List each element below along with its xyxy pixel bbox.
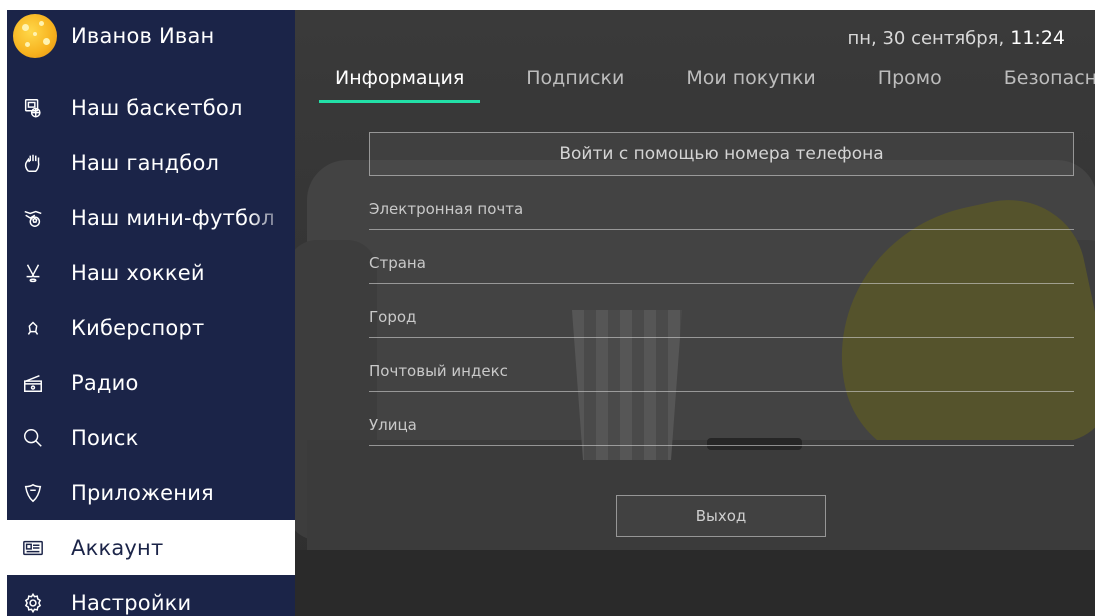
tab-promo[interactable]: Промо: [862, 67, 958, 103]
sidebar: Иванов Иван Наш баскетбол Наш гандбол На…: [7, 10, 295, 616]
sidebar-item-basketball[interactable]: Наш баскетбол: [7, 80, 295, 135]
sidebar-item-settings[interactable]: Настройки: [7, 575, 295, 616]
account-info-form: Войти с помощью номера телефона: [369, 132, 1074, 446]
sidebar-item-label: Наш гандбол: [71, 150, 220, 175]
header: пн, 30 сентября, 11:24 Информация Подписк…: [295, 10, 1095, 110]
app-window: Иванов Иван Наш баскетбол Наш гандбол На…: [7, 10, 1095, 616]
sidebar-item-label: Киберспорт: [71, 315, 205, 340]
settings-icon: [21, 591, 45, 615]
search-icon: [21, 426, 45, 450]
sidebar-item-radio[interactable]: Радио: [7, 355, 295, 410]
city-field-row: [369, 284, 1074, 338]
sidebar-nav: Наш баскетбол Наш гандбол Наш мини-футбо…: [7, 80, 295, 616]
sidebar-item-label: Наш мини-футбол: [71, 205, 275, 230]
time-text: 11:24: [1010, 27, 1065, 49]
handball-icon: [21, 151, 45, 175]
logout-button[interactable]: Выход: [616, 495, 826, 537]
country-field-row: [369, 230, 1074, 284]
date-time: пн, 30 сентября, 11:24: [847, 27, 1065, 49]
avatar: [13, 14, 57, 58]
sidebar-item-label: Наш баскетбол: [71, 95, 243, 120]
postal-code-field[interactable]: [369, 357, 1074, 385]
radio-icon: [21, 371, 45, 395]
esports-icon: [21, 316, 45, 340]
sidebar-item-account[interactable]: Аккаунт: [7, 520, 295, 575]
tab-security[interactable]: Безопасность: [988, 67, 1095, 103]
sidebar-item-label: Поиск: [71, 425, 139, 450]
account-tabs: Информация Подписки Мои покупки Промо Бе…: [319, 67, 1095, 103]
apps-icon: [21, 481, 45, 505]
tab-purchases[interactable]: Мои покупки: [670, 67, 831, 103]
email-field-row: [369, 176, 1074, 230]
sidebar-item-apps[interactable]: Приложения: [7, 465, 295, 520]
postal-code-field-row: [369, 338, 1074, 392]
email-field[interactable]: [369, 195, 1074, 223]
sidebar-item-label: Приложения: [71, 480, 214, 505]
minifootball-icon: [21, 206, 45, 230]
phone-login-button[interactable]: Войти с помощью номера телефона: [369, 132, 1074, 176]
basketball-icon: [21, 96, 45, 120]
street-field-row: [369, 392, 1074, 446]
sidebar-item-label: Наш хоккей: [71, 260, 205, 285]
tab-subscriptions[interactable]: Подписки: [510, 67, 640, 103]
profile[interactable]: Иванов Иван: [7, 10, 295, 66]
hockey-icon: [21, 261, 45, 285]
tab-information[interactable]: Информация: [319, 67, 481, 103]
sidebar-item-label: Аккаунт: [71, 535, 164, 560]
sidebar-item-esports[interactable]: Киберспорт: [7, 300, 295, 355]
city-field[interactable]: [369, 303, 1074, 331]
sidebar-item-search[interactable]: Поиск: [7, 410, 295, 465]
date-text: пн, 30 сентября,: [847, 28, 1005, 49]
sidebar-item-hockey[interactable]: Наш хоккей: [7, 245, 295, 300]
sidebar-item-handball[interactable]: Наш гандбол: [7, 135, 295, 190]
street-field[interactable]: [369, 411, 1074, 439]
sidebar-item-label: Радио: [71, 370, 139, 395]
profile-name: Иванов Иван: [71, 24, 215, 48]
account-icon: [21, 536, 45, 560]
country-field[interactable]: [369, 249, 1074, 277]
sidebar-item-label: Настройки: [71, 590, 192, 615]
sidebar-item-minifootball[interactable]: Наш мини-футбол: [7, 190, 295, 245]
